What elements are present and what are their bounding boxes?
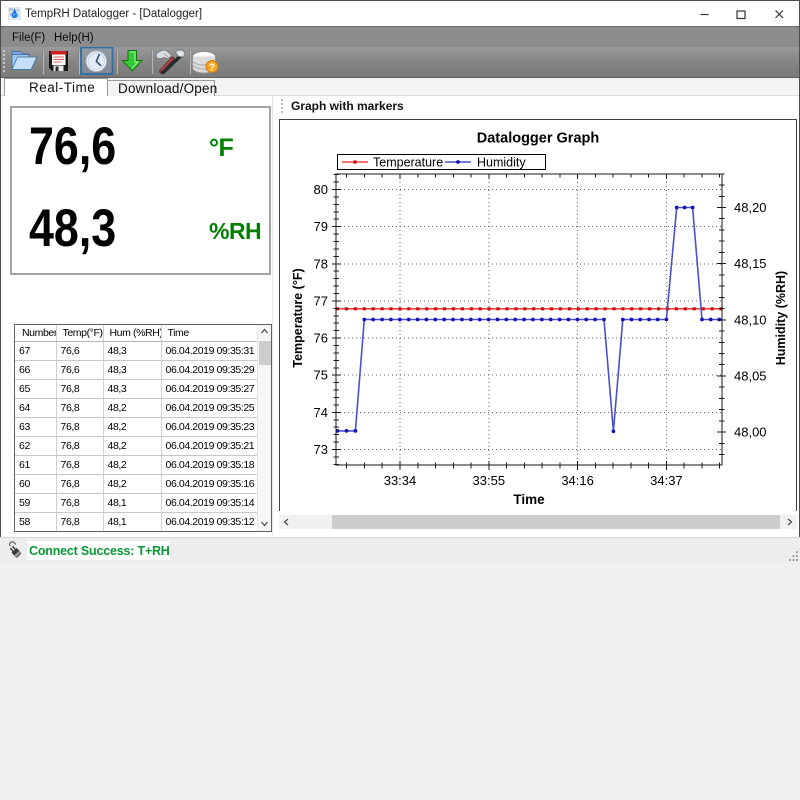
svg-text:33:55: 33:55 — [473, 473, 506, 488]
svg-text:73: 73 — [314, 442, 328, 457]
svg-text:48,20: 48,20 — [734, 200, 767, 215]
svg-text:77: 77 — [314, 293, 328, 308]
svg-text:48,10: 48,10 — [734, 312, 767, 327]
svg-text:Humidity: Humidity — [477, 156, 526, 170]
svg-text:Humidity (%RH): Humidity (%RH) — [774, 271, 788, 365]
svg-text:Time: Time — [513, 492, 545, 507]
svg-text:33:34: 33:34 — [384, 473, 417, 488]
svg-text:48,15: 48,15 — [734, 256, 767, 271]
svg-text:76: 76 — [314, 331, 328, 346]
svg-text:Temperature (°F): Temperature (°F) — [291, 268, 305, 367]
svg-text:?: ? — [209, 62, 215, 74]
svg-text:Datalogger Graph: Datalogger Graph — [477, 131, 599, 147]
svg-text:80: 80 — [314, 182, 328, 197]
svg-text:48,05: 48,05 — [734, 368, 767, 383]
svg-text:79: 79 — [314, 219, 328, 234]
svg-text:34:16: 34:16 — [561, 473, 594, 488]
svg-text:75: 75 — [314, 368, 328, 383]
svg-text:78: 78 — [314, 256, 328, 271]
svg-text:48,00: 48,00 — [734, 425, 767, 440]
svg-text:Temperature: Temperature — [373, 156, 443, 170]
svg-text:74: 74 — [314, 405, 328, 420]
svg-text:34:37: 34:37 — [650, 473, 683, 488]
